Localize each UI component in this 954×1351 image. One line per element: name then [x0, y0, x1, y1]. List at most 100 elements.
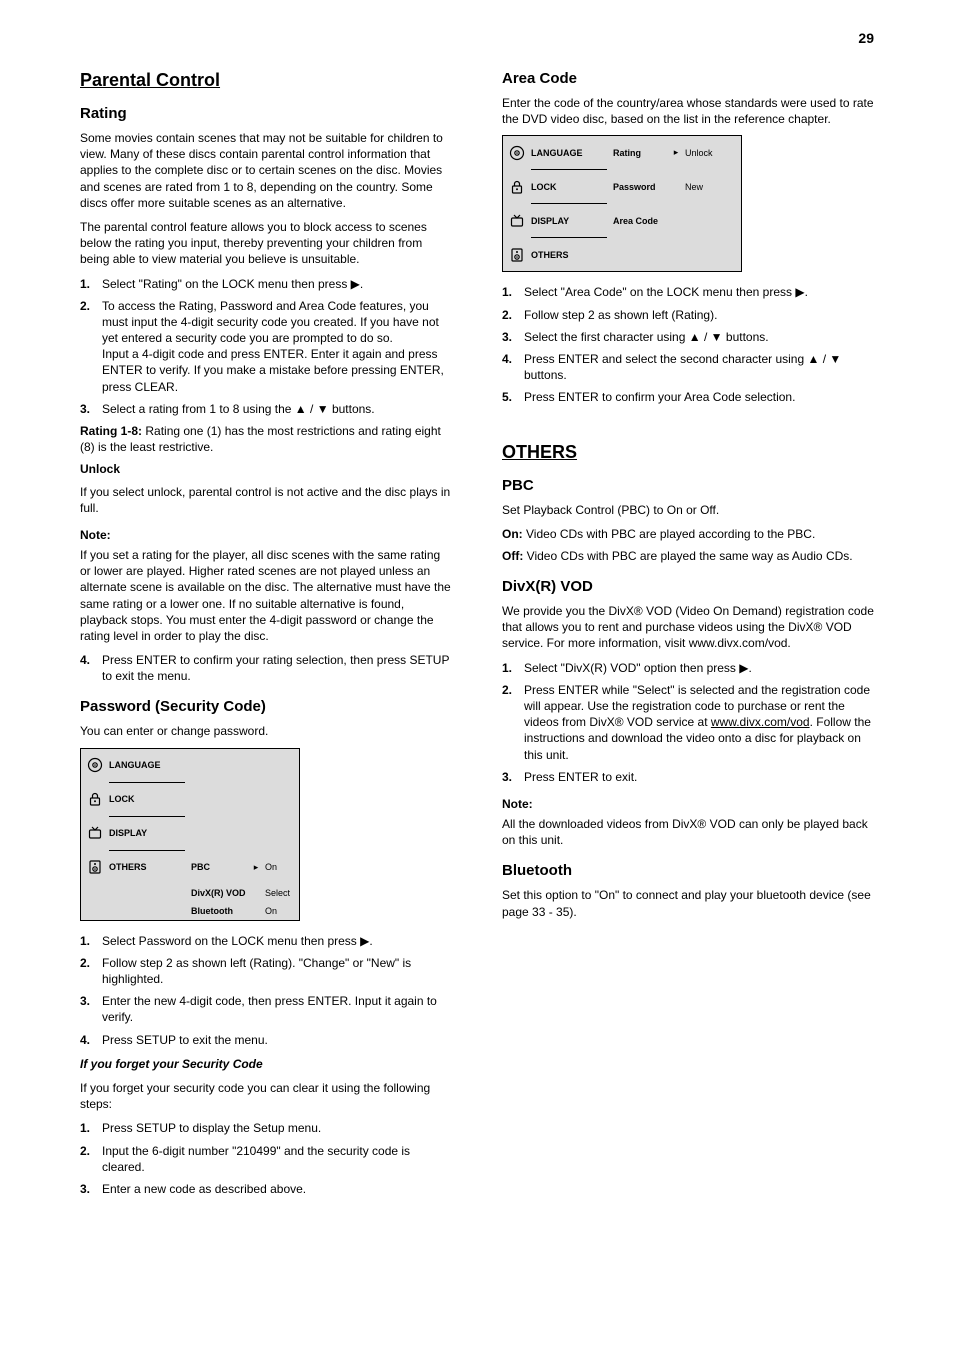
- step-number: 1.: [502, 284, 518, 300]
- area-step-3: 3. Select the first character using ▲ / …: [502, 329, 874, 345]
- menu-sub-row-bt[interactable]: Bluetooth On: [81, 902, 299, 920]
- step-number: 1.: [80, 276, 96, 292]
- step-text: Press SETUP to display the Setup menu.: [102, 1120, 452, 1136]
- step-number: 3.: [502, 329, 518, 345]
- unlock-text: If you select unlock, parental control i…: [80, 484, 452, 516]
- lock-icon: [503, 170, 531, 203]
- pbc-on-label: On:: [502, 527, 523, 541]
- divx-p1: We provide you the DivX® VOD (Video On D…: [502, 603, 874, 652]
- pw-step-3: 3. Enter the new 4-digit code, then pres…: [80, 993, 452, 1025]
- pw-step-2: 2. Follow step 2 as shown left (Rating).…: [80, 955, 452, 987]
- forgot-step-2: 2. Input the 6-digit number "210499" and…: [80, 1143, 452, 1175]
- step-text: Input the 6-digit number "210499" and th…: [102, 1143, 452, 1175]
- step-text: Select "Rating" on the LOCK menu then pr…: [102, 277, 351, 291]
- up-triangle-icon: ▲: [807, 352, 819, 366]
- area-step-1: 1. Select "Area Code" on the LOCK menu t…: [502, 284, 874, 300]
- menu-sub-rating: Rating: [613, 148, 671, 158]
- step-text: buttons.: [332, 402, 375, 416]
- menu-sub-divx: DivX(R) VOD: [191, 888, 251, 898]
- step-number: 2.: [80, 955, 96, 987]
- divx-step-2: 2. Press ENTER while "Select" is selecte…: [502, 682, 874, 763]
- menu-sub-bluetooth: Bluetooth: [191, 906, 251, 916]
- menu-value-rating: Unlock: [681, 148, 741, 158]
- unlock-label: Unlock: [80, 462, 120, 476]
- step-text: buttons.: [524, 368, 567, 382]
- subtitle-rating: Rating: [80, 105, 452, 122]
- section-title-parental-control: Parental Control: [80, 70, 452, 91]
- menu-row-language[interactable]: LANGUAGE: [81, 749, 299, 782]
- step-number: 1.: [502, 660, 518, 676]
- tv-icon: [81, 817, 109, 850]
- osd-menu-lock: LANGUAGE Rating ▸ Unlock LOCK Password N…: [502, 135, 742, 272]
- menu-label-lock: LOCK: [531, 182, 603, 192]
- note-text-rating: If you set a rating for the player, all …: [80, 547, 452, 644]
- step-text: Select a rating from 1 to 8 using the: [102, 402, 295, 416]
- menu-row-display[interactable]: DISPLAY Area Code: [503, 204, 741, 237]
- menu-label-others: OTHERS: [109, 862, 181, 872]
- area-code-p1: Enter the code of the country/area whose…: [502, 95, 874, 127]
- pbc-on-desc: Video CDs with PBC are played according …: [526, 527, 815, 541]
- step-number: 3.: [80, 993, 96, 1025]
- menu-row-display[interactable]: DISPLAY: [81, 817, 299, 850]
- chevron-right-icon: ▸: [251, 862, 261, 873]
- forgot-intro: If you forget your security code you can…: [80, 1080, 452, 1112]
- speaker-icon: [81, 851, 109, 884]
- menu-label-display: DISPLAY: [531, 216, 603, 226]
- step-number: 2.: [80, 1143, 96, 1175]
- divx-url: www.divx.com/vod: [711, 715, 810, 729]
- osd-menu-others: LANGUAGE LOCK DISPLAY: [80, 748, 300, 921]
- step-number: 1.: [80, 1120, 96, 1136]
- step-rating-3: 3. Select a rating from 1 to 8 using the…: [80, 401, 452, 417]
- left-column: Parental Control Rating Some movies cont…: [80, 70, 452, 1203]
- step-number: 4.: [502, 351, 518, 383]
- menu-value-password: New: [681, 182, 741, 192]
- step-number: 5.: [502, 389, 518, 405]
- right-triangle-icon: ▶: [795, 285, 804, 299]
- step-text: Press SETUP to exit the menu.: [102, 1032, 452, 1048]
- step-number: 2.: [502, 682, 518, 763]
- subtitle-divx: DivX(R) VOD: [502, 578, 874, 595]
- menu-row-language[interactable]: LANGUAGE Rating ▸ Unlock: [503, 136, 741, 169]
- menu-label-display: DISPLAY: [109, 828, 181, 838]
- menu-sub-password: Password: [613, 182, 671, 192]
- password-sub: You can enter or change password.: [80, 723, 452, 739]
- subtitle-area-code: Area Code: [502, 70, 874, 87]
- pbc-off-label: Off:: [502, 549, 523, 563]
- right-column: Area Code Enter the code of the country/…: [502, 70, 874, 1203]
- pw-step-4: 4. Press SETUP to exit the menu.: [80, 1032, 452, 1048]
- menu-sub-areacode: Area Code: [613, 216, 671, 226]
- unlock-desc: Unlock: [80, 461, 452, 477]
- step-number: 3.: [80, 1181, 96, 1197]
- body-rating-p1: Some movies contain scenes that may not …: [80, 130, 452, 211]
- subtitle-password: Password (Security Code): [80, 698, 452, 715]
- menu-value-divx: Select: [261, 888, 299, 898]
- chevron-right-icon: ▸: [671, 147, 681, 158]
- right-triangle-icon: ▶: [360, 934, 369, 948]
- menu-sub-row-divx[interactable]: DivX(R) VOD Select: [81, 884, 299, 902]
- menu-sub-pbc: PBC: [191, 862, 251, 872]
- menu-value-pbc: On: [261, 862, 299, 872]
- down-triangle-icon: ▼: [711, 330, 723, 344]
- rating-range-desc: Rating 1-8: Rating one (1) has the most …: [80, 423, 452, 455]
- menu-row-lock[interactable]: LOCK Password New: [503, 170, 741, 203]
- step-text: buttons.: [726, 330, 769, 344]
- menu-row-lock[interactable]: LOCK: [81, 783, 299, 816]
- pw-step-1: 1. Select Password on the LOCK menu then…: [80, 933, 452, 949]
- step-rating-4: 4. Press ENTER to confirm your rating se…: [80, 652, 452, 684]
- step-text: Select Password on the LOCK menu then pr…: [102, 934, 360, 948]
- step-text: Press ENTER and select the second charac…: [524, 352, 807, 366]
- forgot-step-3: 3. Enter a new code as described above.: [80, 1181, 452, 1197]
- menu-row-others[interactable]: OTHERS PBC ▸ On: [81, 851, 299, 884]
- step-text: Enter the new 4-digit code, then press E…: [102, 993, 452, 1025]
- two-column-layout: Parental Control Rating Some movies cont…: [80, 70, 874, 1203]
- area-step-5: 5. Press ENTER to confirm your Area Code…: [502, 389, 874, 405]
- up-triangle-icon: ▲: [295, 402, 307, 416]
- note-head: Note:: [80, 528, 452, 542]
- body-rating-p2: The parental control feature allows you …: [80, 219, 452, 268]
- step-rating-2: 2. To access the Rating, Password and Ar…: [80, 298, 452, 395]
- subtitle-bluetooth: Bluetooth: [502, 862, 874, 879]
- lock-icon: [81, 783, 109, 816]
- menu-row-others[interactable]: OTHERS: [503, 238, 741, 271]
- pbc-off-desc: Video CDs with PBC are played the same w…: [527, 549, 853, 563]
- menu-label-language: LANGUAGE: [109, 760, 181, 770]
